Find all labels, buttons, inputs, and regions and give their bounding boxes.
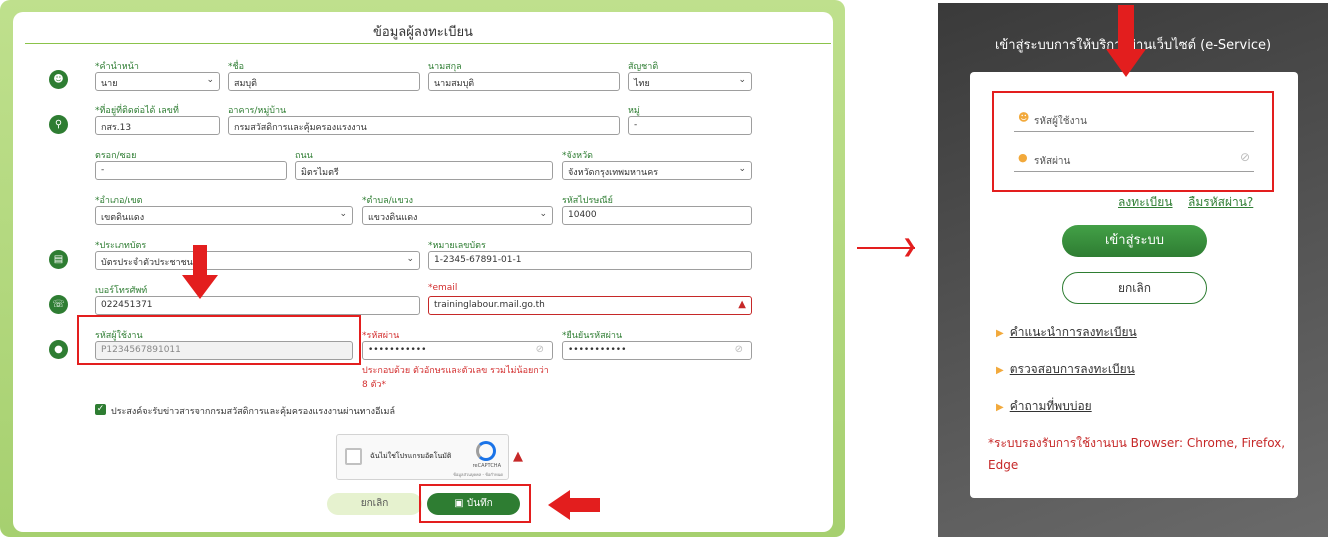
- subdistrict-select[interactable]: แขวงดินแดง ⌄: [362, 206, 553, 225]
- password-hint: ประกอบด้วย ตัวอักษรและตัวเลข รวมไม่น้อยก…: [362, 366, 549, 390]
- phone-input[interactable]: 022451371: [95, 296, 420, 315]
- login-panel: เข้าสู่ระบบการให้บริการผ่านเว็บไซต์ (e-S…: [938, 3, 1328, 537]
- triangle-right-icon: ▶: [996, 365, 1004, 376]
- province-select[interactable]: จังหวัดกรุงเทพมหานคร ⌄: [562, 161, 752, 180]
- user-icon: ☻: [49, 70, 68, 89]
- phone-label: เบอร์โทรศัพท์: [95, 286, 148, 296]
- consent-checkbox[interactable]: ✓: [95, 404, 106, 415]
- triangle-right-icon: ▶: [996, 402, 1004, 413]
- address-no-label: *ที่อยู่ที่ติดต่อได้ เลขที่: [95, 106, 179, 116]
- registration-panel: ข้อมูลผู้ลงทะเบียน ☻ ⚲ ▤ ☏ ● *คำนำหน้า น…: [0, 0, 845, 537]
- location-pin-icon: ⚲: [49, 115, 68, 134]
- district-select[interactable]: เขตดินแดง ⌄: [95, 206, 353, 225]
- building-input[interactable]: กรมสวัสดิการและคุ้มครองแรงงาน: [228, 116, 620, 135]
- login-fields-highlight-box: [992, 91, 1274, 192]
- login-cancel-button[interactable]: ยกเลิก: [1062, 272, 1207, 304]
- recaptcha-widget: ฉันไม่ใช่โปรแกรมอัตโนมัติ reCAPTCHA ข้อม…: [336, 434, 509, 480]
- prefix-label: *คำนำหน้า: [95, 62, 139, 72]
- email-input[interactable]: traininglabour.mail.go.th ▲: [428, 296, 752, 315]
- login-button[interactable]: เข้าสู่ระบบ: [1062, 225, 1207, 257]
- chevron-down-icon: ⌄: [406, 254, 414, 264]
- province-label: *จังหวัด: [562, 151, 593, 161]
- form-title: ข้อมูลผู้ลงทะเบียน: [373, 25, 473, 40]
- eye-off-icon[interactable]: ⊘: [536, 344, 544, 355]
- nationality-label: สัญชาติ: [628, 62, 659, 72]
- last-name-input[interactable]: นามสมบุติ: [428, 72, 620, 91]
- registration-form: ข้อมูลผู้ลงทะเบียน ☻ ⚲ ▤ ☏ ● *คำนำหน้า น…: [13, 12, 833, 532]
- phone-icon: ☏: [49, 295, 68, 314]
- save-highlight-box: [419, 484, 531, 523]
- subdistrict-label: *ตำบล/แขวง: [362, 196, 414, 206]
- road-input[interactable]: มิตรไมตรี: [295, 161, 553, 180]
- recaptcha-label: ฉันไม่ใช่โปรแกรมอัตโนมัติ: [370, 452, 452, 460]
- prefix-select[interactable]: นาย ⌄: [95, 72, 220, 91]
- title-divider: [25, 43, 831, 44]
- moo-label: หมู่: [628, 106, 640, 116]
- recaptcha-logo-icon: [476, 441, 496, 461]
- chevron-down-icon: ⌄: [738, 75, 746, 85]
- soi-input[interactable]: -: [95, 161, 287, 180]
- card-type-label: *ประเภทบัตร: [95, 241, 147, 251]
- first-name-label: *ชื่อ: [228, 62, 245, 72]
- confirm-password-input[interactable]: ••••••••••• ⊘: [562, 341, 752, 360]
- eye-off-icon[interactable]: ⊘: [735, 344, 743, 355]
- arrow-right-head: ❯: [902, 236, 918, 257]
- first-name-input[interactable]: สมบุติ: [228, 72, 420, 91]
- help-item-check-registration[interactable]: ▶ ตรวจสอบการลงทะเบียน: [996, 360, 1135, 379]
- chevron-down-icon: ⌄: [738, 164, 746, 174]
- register-link[interactable]: ลงทะเบียน: [1118, 193, 1173, 212]
- password-label: *รหัสผ่าน: [362, 331, 400, 341]
- arrow-down-icon: [182, 245, 218, 301]
- postcode-label: รหัสไปรษณีย์: [562, 196, 613, 206]
- consent-label: ประสงค์จะรับข่าวสารจากกรมสวัสดิการและคุ้…: [111, 407, 395, 417]
- email-label: *email: [428, 283, 458, 293]
- chevron-down-icon: ⌄: [539, 209, 547, 219]
- lock-icon: ●: [49, 340, 68, 359]
- card-type-select[interactable]: บัตรประจำตัวประชาชน ⌄: [95, 251, 420, 270]
- arrow-down-icon: [1106, 5, 1146, 77]
- soi-label: ตรอก/ซอย: [95, 151, 137, 161]
- confirm-password-label: *ยืนยันรหัสผ่าน: [562, 331, 623, 341]
- address-no-input[interactable]: กสร.13: [95, 116, 220, 135]
- username-highlight-box: [77, 315, 361, 365]
- last-name-label: นามสกุล: [428, 62, 462, 72]
- chevron-down-icon: ⌄: [206, 75, 214, 85]
- postcode-input[interactable]: 10400: [562, 206, 752, 225]
- warning-icon: ▲: [513, 449, 523, 464]
- card-no-input[interactable]: 1-2345-67891-01-1: [428, 251, 752, 270]
- id-card-icon: ▤: [49, 250, 68, 269]
- recaptcha-terms[interactable]: ข้อมูลส่วนบุคคล - ข้อกำหนด: [453, 471, 503, 478]
- password-input[interactable]: ••••••••••• ⊘: [362, 341, 553, 360]
- recaptcha-checkbox[interactable]: [345, 448, 362, 465]
- chevron-down-icon: ⌄: [339, 209, 347, 219]
- road-label: ถนน: [295, 151, 313, 161]
- cancel-button[interactable]: ยกเลิก: [327, 493, 422, 515]
- browser-support-note: *ระบบรองรับการใช้งานบน Browser: Chrome, …: [988, 436, 1286, 472]
- recaptcha-brand: reCAPTCHA: [472, 463, 501, 469]
- nationality-select[interactable]: ไทย ⌄: [628, 72, 752, 91]
- building-label: อาคาร/หมู่บ้าน: [228, 106, 287, 116]
- forgot-password-link[interactable]: ลืมรหัสผ่าน?: [1188, 193, 1253, 212]
- arrow-left-icon: [548, 490, 600, 520]
- district-label: *อำเภอ/เขต: [95, 196, 143, 206]
- help-item-faq[interactable]: ▶ คำถามที่พบบ่อย: [996, 397, 1092, 416]
- triangle-right-icon: ▶: [996, 328, 1004, 339]
- warning-icon: ▲: [738, 299, 746, 310]
- help-item-register-guide[interactable]: ▶ คำแนะนำการลงทะเบียน: [996, 323, 1137, 342]
- moo-input[interactable]: -: [628, 116, 752, 135]
- card-no-label: *หมายเลขบัตร: [428, 241, 486, 251]
